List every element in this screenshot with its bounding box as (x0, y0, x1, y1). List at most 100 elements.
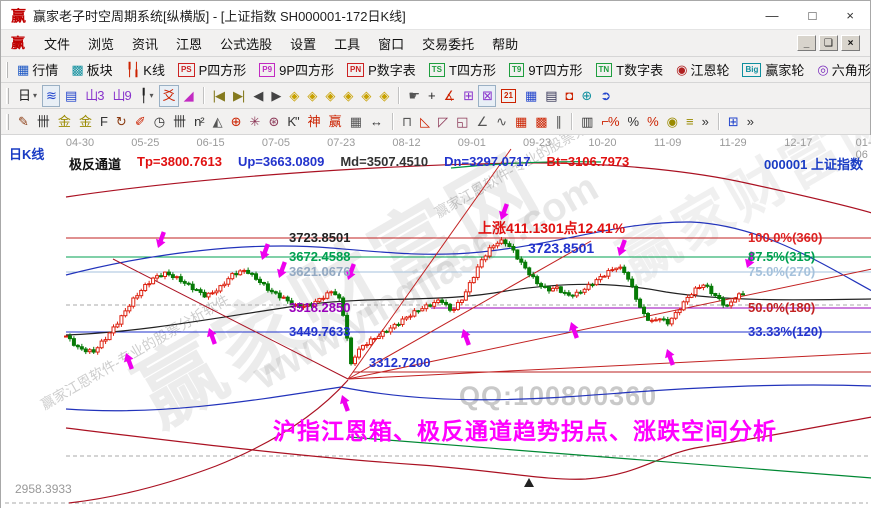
tb2-single-candle-icon: ╿ (140, 89, 147, 102)
tb2-first-bar-button[interactable]: |◀ (209, 85, 228, 107)
tb1-t9-square-button[interactable]: T99T四方形 (505, 59, 587, 81)
tb2-candle-style-dropdown-icon[interactable]: ▾ (33, 91, 37, 100)
close-button[interactable]: × (846, 8, 854, 23)
tb3-gold-lines-button[interactable]: ≡ (682, 111, 697, 133)
tb2-pattern-select-button[interactable]: ⊠ (478, 85, 496, 107)
tb3-fan-box-button[interactable]: ◸ (434, 111, 451, 133)
tb2-info-list-button[interactable]: ▤ (61, 85, 80, 107)
tb2-pattern-window-button[interactable]: ≋ (42, 85, 60, 107)
tb3-shen-comb-button[interactable]: 神 (304, 111, 324, 133)
tb2-gann-box-tool-button[interactable]: ⊞ (459, 85, 477, 107)
menu-item-news[interactable]: 资讯 (123, 31, 167, 56)
tb3-center-grid-button[interactable]: ⊞ (724, 111, 742, 133)
menu-item-file[interactable]: 文件 (35, 31, 79, 56)
menu-item-help[interactable]: 帮助 (483, 31, 527, 56)
tb2-bars-9-button[interactable]: 山9 (108, 85, 134, 107)
chart-area[interactable]: 赢家财富网 赢家财富网 www.yingjia360.com 赢家江恩软件-专业… (1, 135, 871, 508)
tb2-notes-button[interactable]: ▤ (541, 85, 560, 107)
chart-svg[interactable]: 3723.8501100.0%(360)3672.458887.5%(315)3… (1, 135, 871, 508)
tb1-gann-wheel-button[interactable]: ◉江恩轮 (672, 59, 733, 81)
child-close-button[interactable]: × (841, 35, 860, 51)
tb3-gold-comb1-button[interactable]: 金 (54, 111, 74, 133)
tb1-quotes-button[interactable]: ▦行情 (13, 59, 62, 81)
tb3-k-quote-button[interactable]: K" (283, 111, 302, 133)
tb2-diamond-left-button[interactable]: ◈ (285, 85, 302, 107)
minimize-button[interactable]: — (766, 8, 779, 23)
tb3-grid-123-button[interactable]: ▦ (346, 111, 365, 133)
tb3-angle-mirror-button[interactable]: ◭ (209, 111, 226, 133)
tb2-single-candle-button[interactable]: ╿▾ (136, 85, 158, 107)
tb3-zigzag-button[interactable]: ∿ (492, 111, 510, 133)
tb2-save-button[interactable]: ◘ (562, 85, 577, 107)
tb1-p9-square-button[interactable]: P99P四方形 (255, 59, 338, 81)
child-restore-button[interactable]: ❏ (819, 35, 838, 51)
tb2-trade-cart-button[interactable]: ➲ (596, 85, 614, 107)
tb3-red-grid-button[interactable]: ▦ (511, 111, 530, 133)
tb3-red-grid2-button[interactable]: ▩ (531, 111, 550, 133)
child-minimize-button[interactable]: _ (797, 35, 816, 51)
tb2-diamond-vexpand-button[interactable]: ◈ (375, 85, 392, 107)
tb2-crosshair-button[interactable]: + (424, 85, 439, 107)
tb3-pen-flag-button[interactable]: ✐ (131, 111, 149, 133)
tb2-calculator-button[interactable]: ▦ (521, 85, 540, 107)
menu-item-formula[interactable]: 公式选股 (211, 31, 281, 56)
tb3-percent-line-button[interactable]: ⌐% (597, 111, 622, 133)
tb2-send-web-button[interactable]: ⊕ (577, 85, 595, 107)
tb1-kline-button[interactable]: ╿╽K线 (122, 59, 169, 81)
tb1-hexagon-button[interactable]: ◎六角形 (813, 59, 870, 81)
menu-item-trade[interactable]: 交易委托 (413, 31, 483, 56)
tb3-box-fan-button[interactable]: ◱ (452, 111, 471, 133)
tb1-t-number-button[interactable]: TNT数字表 (592, 59, 668, 81)
tb2-bars-3-button[interactable]: 山3 (81, 85, 107, 107)
tb3-comb2-button[interactable]: 卌 (169, 111, 189, 133)
tb3-box-handle-button[interactable]: ⊓ (398, 111, 415, 133)
tb3-draw-pen-button[interactable]: ✎ (14, 111, 32, 133)
tb2-red-pattern-button[interactable]: 爻 (159, 85, 179, 107)
tb1-winner-wheel-button[interactable]: Big赢家轮 (738, 59, 808, 81)
tb3-more1-button[interactable]: » (698, 111, 712, 133)
tb2-color-trend-button[interactable]: ◢ (180, 85, 197, 107)
tb2-diamond-right-button[interactable]: ◈ (303, 85, 320, 107)
tb2-diamond-expand-button[interactable]: ◈ (357, 85, 374, 107)
tb3-time-clock-button[interactable]: ◷ (150, 111, 168, 133)
tb3-spiral-button[interactable]: ↻ (112, 111, 130, 133)
tb3-pencil-lines-button[interactable]: ∠ (472, 111, 491, 133)
tb3-n-squared-button[interactable]: n² (190, 111, 208, 133)
tb2-diamond-cross-button[interactable]: ◈ (339, 85, 356, 107)
menu-item-browse[interactable]: 浏览 (79, 31, 123, 56)
tb3-gold-circle-button[interactable]: ◉ (663, 111, 681, 133)
tb3-percent-button[interactable]: % (624, 111, 643, 133)
tb3-target-crosshair-button[interactable]: ⊕ (227, 111, 245, 133)
tb3-gold-comb2-button[interactable]: 金 (75, 111, 95, 133)
tb2-next-bar-button[interactable]: ▶ (267, 85, 284, 107)
tb3-ying-comb-button[interactable]: 赢 (325, 111, 345, 133)
maximize-button[interactable]: □ (809, 8, 817, 23)
tb2-last-bar-button[interactable]: ▶| (229, 85, 248, 107)
tb3-star-web-button[interactable]: ✳ (246, 111, 264, 133)
tb2-angle-tool-button[interactable]: ∡ (440, 85, 459, 107)
tb1-p-number-button[interactable]: PNP数字表 (343, 59, 420, 81)
tb3-f-comb-button[interactable]: F (96, 111, 111, 133)
tb1-t9-square-label: 9T四方形 (528, 60, 582, 79)
tb3-web-grid-button[interactable]: ⊛ (264, 111, 282, 133)
tb2-calendar-21-button[interactable]: 21 (497, 85, 520, 107)
menu-item-settings[interactable]: 设置 (281, 31, 325, 56)
tb3-more2-button[interactable]: » (743, 111, 757, 133)
tb3-parallel-lines-button[interactable]: ∥ (552, 111, 566, 133)
tb2-hand-drag-button[interactable]: ☛ (404, 85, 423, 107)
tb3-span-arrows-button[interactable]: ↔ (366, 111, 386, 133)
tb1-t-square-button[interactable]: TST四方形 (425, 59, 500, 81)
tb3-fan-lines-button[interactable]: ◺ (416, 111, 433, 133)
tb2-candle-style-button[interactable]: 日▾ (14, 85, 41, 107)
menu-item-gann[interactable]: 江恩 (167, 31, 211, 56)
tb2-diamond-hsplit-button[interactable]: ◈ (321, 85, 338, 107)
tb1-p-square-button[interactable]: PSP四方形 (174, 59, 250, 81)
menu-item-tools[interactable]: 工具 (325, 31, 369, 56)
tb3-percent-red-button[interactable]: % (643, 111, 662, 133)
tb1-sectors-button[interactable]: ▩板块 (67, 59, 116, 81)
tb3-bar-scale-button[interactable]: ▥ (577, 111, 596, 133)
menu-item-window[interactable]: 窗口 (369, 31, 413, 56)
tb3-comb-button[interactable]: 卌 (33, 111, 53, 133)
tb2-prev-bar-button[interactable]: ◀ (249, 85, 266, 107)
tb2-single-candle-dropdown-icon[interactable]: ▾ (150, 91, 154, 100)
